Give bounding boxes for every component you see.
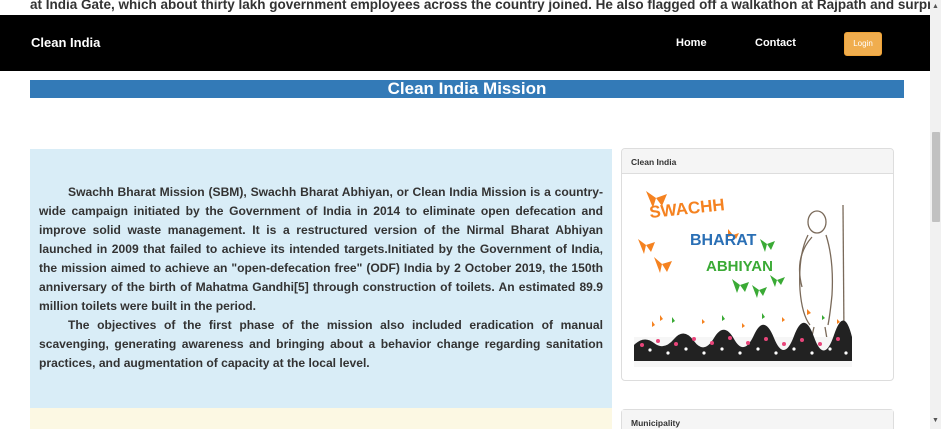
municipality-panel: Municipality: [621, 409, 894, 429]
mission-paragraph-1: Swachh Bharat Mission (SBM), Swachh Bhar…: [39, 185, 603, 313]
logo-word-bharat: BHARAT: [690, 232, 757, 249]
clean-india-panel-heading: Clean India: [622, 149, 893, 174]
swachh-bharat-logo-image: SWACHH BHARAT ABHIYAN: [634, 191, 852, 367]
arrow-up-icon[interactable]: ▲: [930, 0, 941, 14]
navbar: Clean India Home Contact Login: [0, 15, 930, 71]
login-button[interactable]: Login: [844, 32, 882, 56]
clean-india-panel: Clean India SWACHH BHARAT ABHIYAN: [621, 148, 894, 381]
page: at India Gate, which about thirty lakh g…: [0, 0, 941, 429]
municipality-panel-heading: Municipality: [622, 410, 893, 429]
warning-panel: [30, 408, 612, 429]
mission-description-panel: Swachh Bharat Mission (SBM), Swachh Bhar…: [30, 149, 612, 408]
overflow-paragraph-text: at India Gate, which about thirty lakh g…: [30, 0, 941, 12]
mission-paragraph-2: The objectives of the first phase of the…: [39, 318, 603, 370]
swachh-bharat-logo: SWACHH BHARAT ABHIYAN: [632, 187, 857, 372]
scrollbar-thumb[interactable]: [932, 132, 940, 222]
nav-link-home[interactable]: Home: [676, 37, 707, 49]
logo-word-abhiyan: ABHIYAN: [706, 258, 773, 275]
vertical-scrollbar[interactable]: ▲ ▼: [930, 0, 941, 429]
mission-title: Clean India Mission: [30, 80, 904, 98]
arrow-down-icon[interactable]: ▼: [930, 414, 941, 428]
navbar-brand[interactable]: Clean India: [31, 35, 100, 50]
nav-link-contact[interactable]: Contact: [755, 37, 796, 49]
